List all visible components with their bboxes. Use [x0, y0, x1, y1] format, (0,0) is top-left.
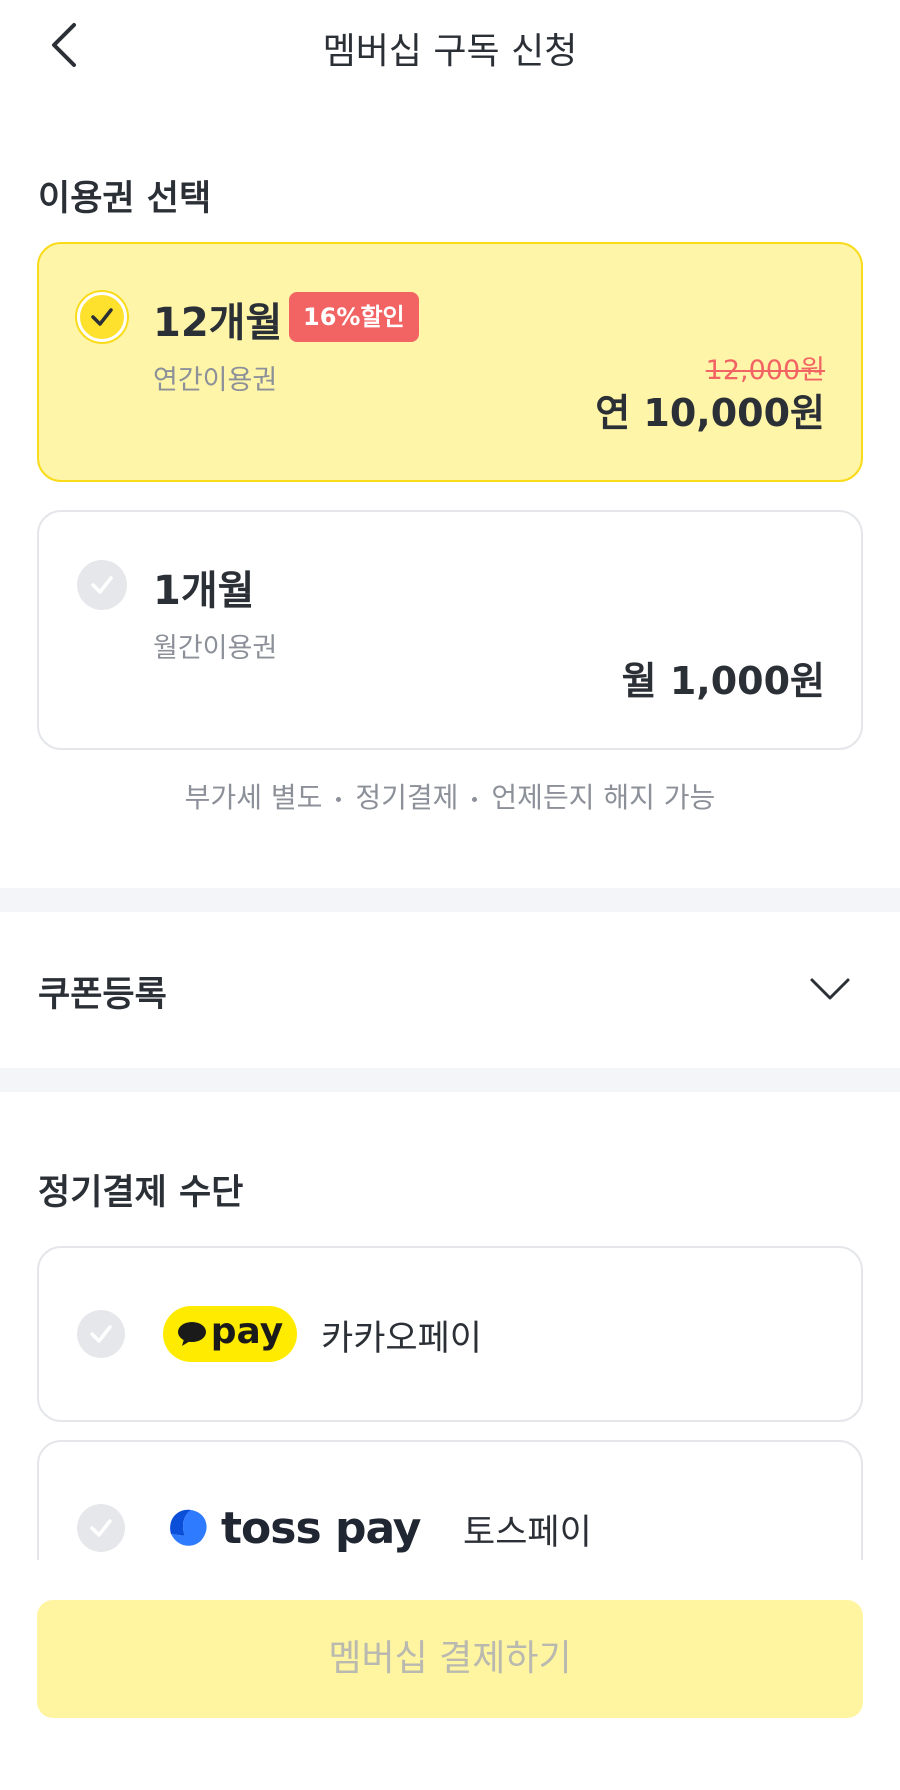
payment-section-title: 정기결제 수단: [38, 1173, 244, 1213]
page-title: 멤버십 구독 신청: [322, 31, 578, 72]
notice-vat: 부가세 별도: [184, 781, 323, 814]
plan-card-1-month[interactable]: 1개월 월간이용권 월 1,000원: [37, 510, 863, 750]
coupon-label: 쿠폰등록: [38, 975, 167, 1015]
plan-name: 12개월: [153, 300, 283, 346]
tosspay-logo-text: toss pay: [221, 1502, 421, 1554]
check-icon: [91, 576, 113, 594]
separator-dot: [336, 796, 342, 802]
plan-section-title: 이용권 선택: [38, 179, 212, 219]
payment-name: 토스페이: [463, 1513, 592, 1553]
plan-subtitle: 월간이용권: [153, 633, 278, 664]
plan-notice: 부가세 별도 정기결제 언제든지 해지 가능: [0, 776, 900, 816]
plan-check: [77, 292, 127, 342]
plan-price: 연 10,000원: [595, 391, 825, 435]
check-icon: [91, 308, 113, 326]
plan-name: 1개월: [153, 568, 255, 614]
section-divider: [0, 888, 900, 912]
check-icon: [90, 1519, 112, 1537]
plan-check: [77, 560, 127, 610]
plan-card-12-months[interactable]: 12개월 16%할인 연간이용권 12,000원 연 10,000원: [37, 242, 863, 482]
plan-price: 월 1,000원: [621, 659, 825, 703]
payment-option-kakaopay[interactable]: pay 카카오페이: [37, 1246, 863, 1422]
payment-check: [77, 1310, 125, 1358]
coupon-register-row[interactable]: 쿠폰등록: [0, 912, 900, 1068]
separator-dot: [472, 796, 478, 802]
kakaopay-logo: pay: [163, 1306, 297, 1362]
kakaopay-logo-text: pay: [210, 1311, 284, 1352]
notice-cancel: 언제든지 해지 가능: [491, 781, 716, 814]
check-icon: [90, 1325, 112, 1343]
section-divider: [0, 1068, 900, 1092]
pay-membership-button[interactable]: 멤버십 결제하기: [37, 1600, 863, 1718]
header: 멤버십 구독 신청: [0, 0, 900, 92]
toss-logo-icon: [170, 1509, 207, 1546]
tosspay-logo: toss pay: [163, 1498, 421, 1558]
speech-bubble-icon: [177, 1322, 206, 1346]
plan-subtitle: 연간이용권: [153, 365, 278, 396]
discount-badge: 16%할인: [289, 292, 419, 342]
payment-check: [77, 1504, 125, 1552]
bottom-bar: 멤버십 결제하기: [0, 1560, 900, 1790]
notice-recurring: 정기결제: [355, 781, 459, 814]
payment-name: 카카오페이: [321, 1319, 483, 1359]
chevron-down-icon: [810, 978, 850, 1000]
